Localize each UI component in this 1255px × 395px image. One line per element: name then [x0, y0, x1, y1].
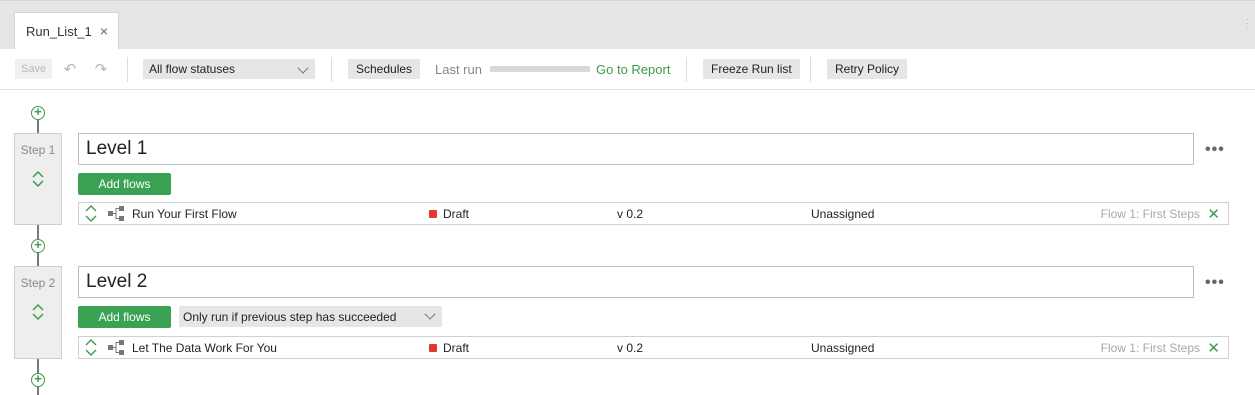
flow-status-label: Draft — [443, 206, 470, 221]
tab-bar: Run_List_1 × · · · — [0, 0, 1255, 50]
undo-icon[interactable]: ↶ — [60, 59, 80, 79]
reorder-icon[interactable] — [31, 170, 45, 188]
last-run-label: Last run — [435, 61, 482, 77]
add-flows-button[interactable]: Add flows — [78, 306, 171, 328]
toolbar-divider — [127, 57, 128, 82]
status-dot-icon — [429, 209, 437, 218]
flow-tree-icon — [108, 206, 124, 221]
flow-status-label: Draft — [443, 340, 470, 355]
reorder-icon[interactable] — [31, 303, 45, 321]
connector-line — [37, 120, 39, 134]
run-condition-select[interactable]: Only run if previous step has succeeded — [179, 306, 442, 327]
vertical-dots-icon[interactable]: · · · — [1246, 15, 1249, 33]
flow-status: Draft — [429, 203, 469, 224]
last-run-progress-bar — [489, 66, 590, 72]
tab-label: Run_List_1 — [26, 24, 92, 39]
chevron-down-icon — [297, 62, 309, 74]
reorder-icon[interactable] — [84, 337, 98, 358]
add-step-icon[interactable]: + — [31, 238, 45, 253]
go-to-report-link[interactable]: Go to Report — [596, 59, 670, 79]
tab-run-list[interactable]: Run_List_1 × — [14, 12, 119, 50]
level-name-input[interactable]: Level 1 — [78, 133, 1194, 165]
add-step-icon[interactable]: + — [31, 372, 45, 387]
reorder-icon[interactable] — [84, 203, 98, 224]
flow-link[interactable]: Flow 1: First Steps — [1101, 203, 1200, 224]
chevron-down-icon — [424, 308, 436, 320]
flow-assignee[interactable]: Unassigned — [811, 337, 874, 358]
last-run: Last run — [435, 59, 590, 79]
flow-name[interactable]: Run Your First Flow — [132, 203, 237, 224]
status-filter-select[interactable]: All flow statuses — [143, 59, 315, 79]
redo-icon[interactable]: ↷ — [91, 59, 111, 79]
flow-assignee[interactable]: Unassigned — [811, 203, 874, 224]
schedules-button[interactable]: Schedules — [348, 59, 421, 79]
add-flows-button[interactable]: Add flows — [78, 173, 171, 195]
flow-name[interactable]: Let The Data Work For You — [132, 337, 277, 358]
add-step-icon[interactable]: + — [31, 105, 45, 120]
toolbar-divider — [331, 57, 332, 82]
close-icon[interactable]: × — [100, 23, 108, 39]
retry-policy-button[interactable]: Retry Policy — [827, 59, 908, 79]
toolbar-divider — [810, 57, 811, 82]
freeze-run-list-button[interactable]: Freeze Run list — [703, 59, 800, 79]
toolbar-divider — [686, 57, 687, 82]
remove-icon[interactable]: ✕ — [1207, 203, 1220, 224]
more-icon[interactable]: ••• — [1205, 141, 1225, 159]
toolbar: Save ↶ ↷ All flow statuses Schedules Las… — [0, 49, 1255, 90]
flow-version: v 0.2 — [617, 206, 644, 221]
flow-row[interactable]: Let The Data Work For You Draft v 0.2 Un… — [78, 336, 1229, 359]
level-name-input[interactable]: Level 2 — [78, 266, 1194, 298]
flow-status: Draft — [429, 337, 469, 358]
step-card-1: Step 1 — [14, 133, 62, 225]
flow-version: v 0.2 — [617, 340, 644, 355]
save-button[interactable]: Save — [15, 59, 53, 79]
flow-row[interactable]: Run Your First Flow Draft v 0.2 Unassign… — [78, 202, 1229, 225]
step-card-2: Step 2 — [14, 266, 62, 359]
step-label: Step 2 — [20, 276, 56, 290]
status-dot-icon — [429, 343, 437, 352]
remove-icon[interactable]: ✕ — [1207, 337, 1220, 358]
flow-tree-icon — [108, 340, 124, 355]
more-icon[interactable]: ••• — [1205, 274, 1225, 292]
step-label: Step 1 — [20, 143, 56, 157]
run-condition-value: Only run if previous step has succeeded — [183, 309, 397, 324]
flow-link[interactable]: Flow 1: First Steps — [1101, 337, 1200, 358]
status-filter-value: All flow statuses — [149, 62, 236, 76]
